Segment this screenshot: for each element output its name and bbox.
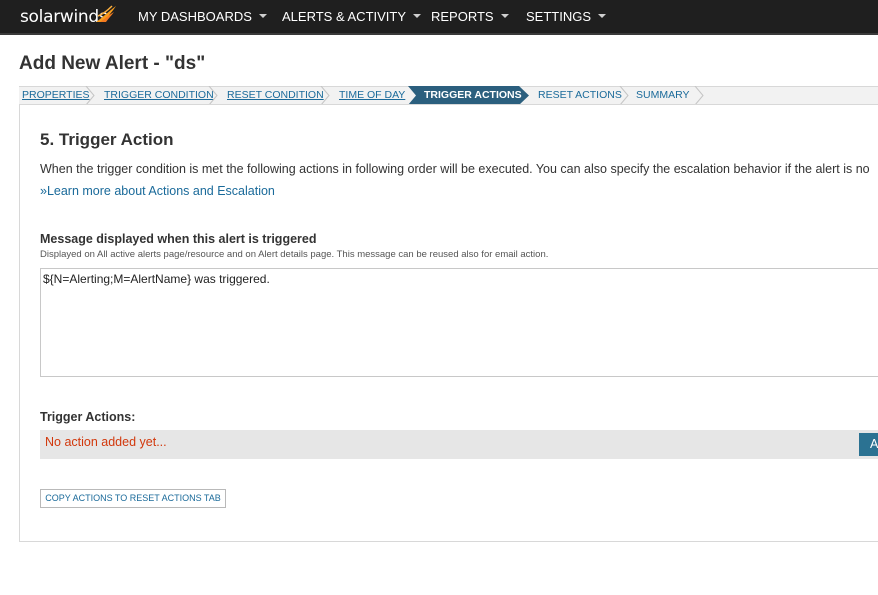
nav-alerts-activity[interactable]: ALERTS & ACTIVITY [282, 9, 422, 24]
nav-reports[interactable]: REPORTS [431, 9, 509, 24]
step-reset-condition[interactable]: RESET CONDITION [227, 87, 324, 104]
copy-actions-button[interactable]: COPY ACTIONS TO RESET ACTIONS TAB [40, 489, 226, 508]
top-navbar: solarwinds MY DASHBOARDS ALERTS & ACTIVI… [0, 0, 878, 35]
step-trigger-actions[interactable]: TRIGGER ACTIONS [424, 87, 522, 104]
section-title: 5. Trigger Action [40, 130, 174, 149]
trigger-actions-list: No action added yet... A [40, 430, 878, 459]
nav-label: ALERTS & ACTIVITY [282, 9, 407, 24]
step-separator-icon [320, 86, 330, 105]
wizard-steps: PROPERTIES TRIGGER CONDITION RESET CONDI… [19, 86, 878, 105]
step-trigger-condition[interactable]: TRIGGER CONDITION [104, 87, 214, 104]
message-help-text: Displayed on All active alerts page/reso… [40, 249, 549, 260]
step-properties[interactable]: PROPERTIES [22, 87, 90, 104]
page-title: Add New Alert - "ds" [19, 53, 206, 74]
step-reset-actions[interactable]: RESET ACTIONS [538, 87, 622, 104]
step-separator-icon [85, 86, 95, 105]
alert-message-textarea[interactable]: ${N=Alerting;M=AlertName} was triggered. [40, 268, 878, 377]
learn-more-link[interactable]: »Learn more about Actions and Escalation [40, 184, 275, 198]
step-separator-icon [619, 86, 629, 105]
chevron-down-icon [413, 13, 422, 18]
message-label: Message displayed when this alert is tri… [40, 232, 317, 246]
step-time-of-day[interactable]: TIME OF DAY [339, 87, 405, 104]
trigger-actions-label: Trigger Actions: [40, 410, 136, 424]
nav-label: SETTINGS [526, 9, 592, 24]
nav-label: REPORTS [431, 9, 494, 24]
nav-label: MY DASHBOARDS [138, 9, 252, 24]
step-summary[interactable]: SUMMARY [636, 87, 689, 104]
chevron-down-icon [258, 13, 267, 18]
logo-flame-icon [96, 5, 116, 22]
nav-my-dashboards[interactable]: MY DASHBOARDS [138, 9, 267, 24]
no-action-text: No action added yet... [45, 435, 167, 449]
chevron-down-icon [500, 13, 509, 18]
chevron-down-icon [598, 13, 607, 18]
step-separator-icon [208, 86, 218, 105]
step-separator-icon [694, 86, 704, 105]
section-description: When the trigger condition is met the fo… [40, 162, 870, 176]
nav-settings[interactable]: SETTINGS [526, 9, 607, 24]
add-action-button[interactable]: A [859, 433, 878, 456]
